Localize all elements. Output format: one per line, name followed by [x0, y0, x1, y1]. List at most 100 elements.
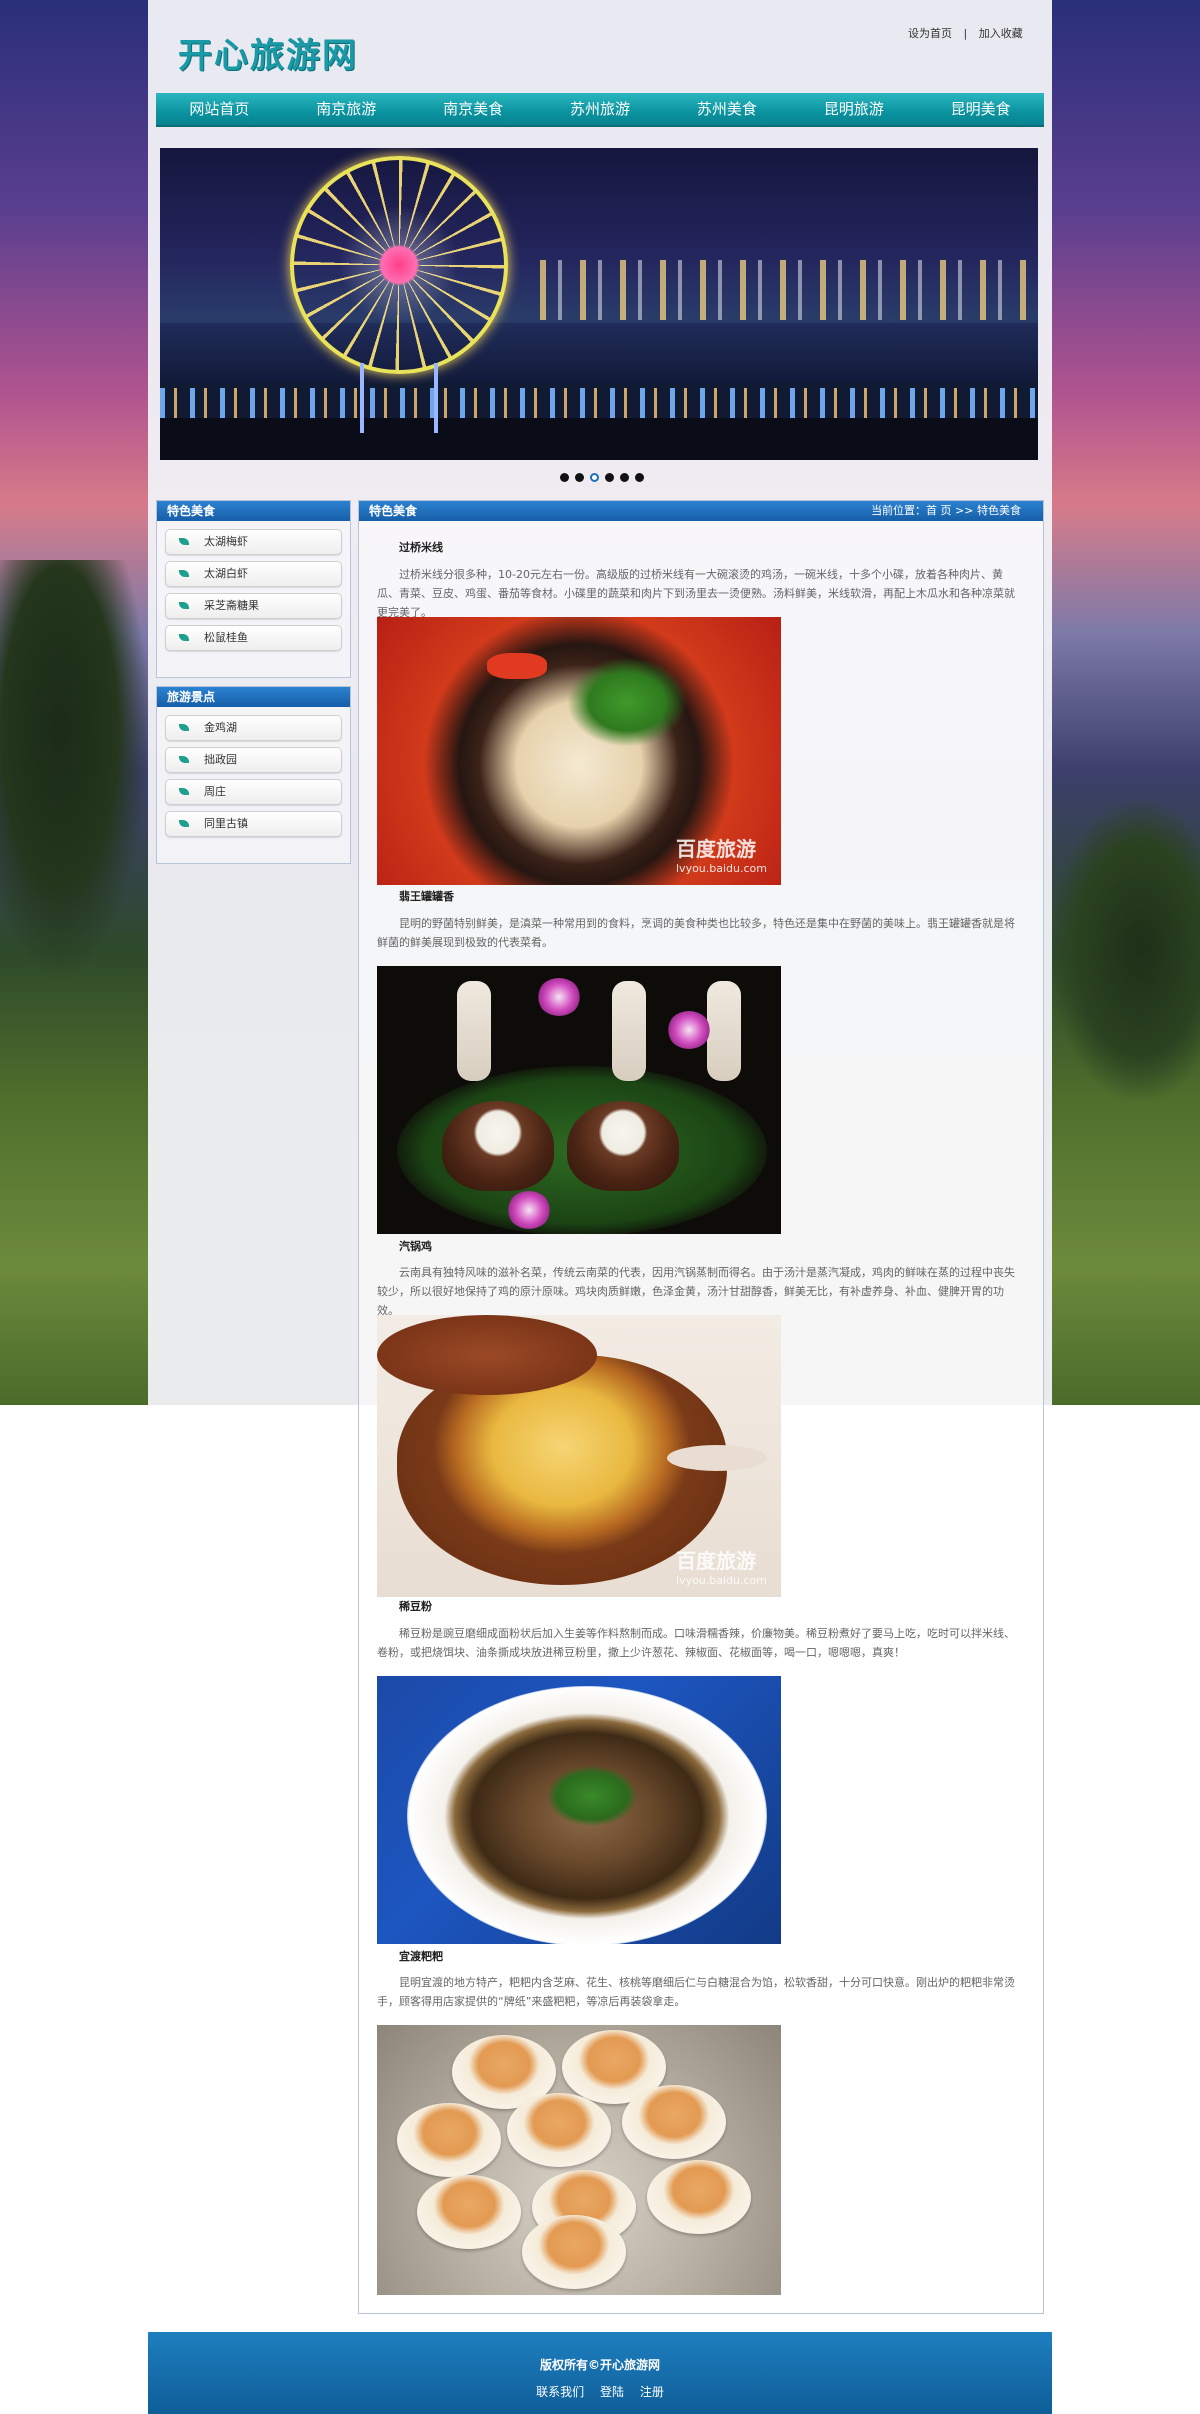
image-watermark: 百度旅游 lvyou.baidu.com: [676, 1549, 767, 1587]
footer-copyright: 版权所有©开心旅游网: [539, 2358, 660, 2372]
banner-shore-lights: [160, 388, 1038, 418]
food-title: 汽锅鸡: [399, 1240, 432, 1253]
banner-sea: [160, 323, 1038, 383]
food-description: 过桥米线分很多种，10-20元左右一份。高级版的过桥米线有一大碗滚烫的鸡汤，一碗…: [377, 568, 1015, 619]
image-detail: [567, 657, 687, 747]
leaf-icon: [179, 820, 189, 827]
footer-link-contact[interactable]: 联系我们: [536, 2385, 584, 2399]
food-title: 翡王罐罐香: [399, 890, 454, 903]
food-title: 宜渡粑粑: [399, 1950, 443, 1963]
sidebar-item-label: 采芝斋糖果: [204, 599, 259, 612]
footer: 版权所有©开心旅游网 联系我们 登陆 注册: [148, 2332, 1052, 2414]
sidebar-scenic-title: 旅游景点: [157, 687, 350, 707]
food-image: [377, 2025, 781, 2295]
main-header: 特色美食 当前位置：首 页 >> 特色美食: [359, 501, 1043, 521]
image-detail: [522, 2215, 626, 2289]
top-links-separator: |: [963, 27, 968, 40]
nav-item-suzhou-travel[interactable]: 苏州旅游: [537, 93, 664, 125]
nav-item-nanjing-travel[interactable]: 南京旅游: [283, 93, 410, 125]
image-detail: [567, 1101, 679, 1191]
leaf-icon: [179, 788, 189, 795]
banner-dot[interactable]: [620, 473, 629, 482]
food-title: 稀豆粉: [399, 1600, 432, 1613]
food-description: 稀豆粉是豌豆磨细成面粉状后加入生姜等作料熬制而成。口味滑糯香辣，价廉物美。稀豆粉…: [377, 1627, 1015, 1659]
nav-item-nanjing-food[interactable]: 南京美食: [410, 93, 537, 125]
image-detail: [442, 1101, 554, 1191]
image-detail: [647, 2160, 751, 2234]
food-image: 百度旅游 lvyou.baidu.com: [377, 1315, 781, 1597]
banner-city-lights: [540, 260, 1030, 320]
sidebar-item-label: 太湖白虾: [204, 567, 248, 580]
banner-pagination: [560, 473, 644, 482]
image-detail: [622, 2085, 726, 2159]
sidebar-item[interactable]: 拙政园: [165, 747, 342, 773]
footer-link-register[interactable]: 注册: [640, 2385, 664, 2399]
banner-ground: [160, 418, 1038, 460]
image-watermark: 百度旅游 lvyou.baidu.com: [676, 837, 767, 875]
sidebar-item[interactable]: 太湖白虾: [165, 561, 342, 587]
food-description: 昆明宜渡的地方特产，粑粑内含芝麻、花生、核桃等磨细后仁与白糖混合为馅，松软香甜，…: [377, 1976, 1015, 2008]
sidebar-item[interactable]: 太湖梅虾: [165, 529, 342, 555]
sidebar-item-label: 金鸡湖: [204, 721, 237, 734]
leaf-icon: [179, 724, 189, 731]
banner-dot-active[interactable]: [590, 473, 599, 482]
banner-dot[interactable]: [605, 473, 614, 482]
image-detail: [507, 2093, 611, 2167]
sidebar-item-label: 太湖梅虾: [204, 535, 248, 548]
top-links: 设为首页 | 加入收藏: [904, 25, 1027, 41]
image-detail: [537, 978, 581, 1016]
image-detail: [547, 1766, 637, 1826]
background-tree-left: [0, 560, 150, 980]
footer-links: 联系我们 登陆 注册: [148, 2383, 1052, 2400]
leaf-icon: [179, 570, 189, 577]
image-detail: [487, 653, 547, 679]
leaf-icon: [179, 634, 189, 641]
food-description: 云南具有独特风味的滋补名菜，传统云南菜的代表，因用汽锅蒸制而得名。由于汤汁是蒸汽…: [377, 1266, 1015, 1317]
sidebar-item[interactable]: 金鸡湖: [165, 715, 342, 741]
nav-item-home[interactable]: 网站首页: [156, 93, 283, 125]
sidebar-item[interactable]: 松鼠桂鱼: [165, 625, 342, 651]
food-image: [377, 966, 781, 1234]
image-detail: [667, 1011, 711, 1049]
sidebar-food-title: 特色美食: [157, 501, 350, 521]
leaf-icon: [179, 756, 189, 763]
sidebar-scenic-panel: 旅游景点 金鸡湖 拙政园 周庄 同里古镇: [156, 686, 351, 864]
sidebar-item-label: 拙政园: [204, 753, 237, 766]
main-content: 特色美食 当前位置：首 页 >> 特色美食 过桥米线 过桥米线分很多种，10-2…: [358, 500, 1044, 2314]
sidebar-food-panel: 特色美食 太湖梅虾 太湖白虾 采芝斋糖果 松鼠桂鱼: [156, 500, 351, 678]
sidebar-item[interactable]: 同里古镇: [165, 811, 342, 837]
leaf-icon: [179, 602, 189, 609]
image-detail: [417, 2175, 521, 2249]
banner-dot[interactable]: [560, 473, 569, 482]
image-detail: [667, 1445, 767, 1471]
nav-item-kunming-food[interactable]: 昆明美食: [917, 93, 1044, 125]
ferris-wheel-image: [290, 156, 508, 374]
banner-slideshow[interactable]: [160, 148, 1038, 460]
sidebar-item-label: 同里古镇: [204, 817, 248, 830]
main-nav: 网站首页 南京旅游 南京美食 苏州旅游 苏州美食 昆明旅游 昆明美食: [156, 93, 1044, 127]
image-detail: [457, 981, 491, 1081]
food-image: 百度旅游 lvyou.baidu.com: [377, 617, 781, 885]
image-detail: [377, 1315, 597, 1395]
image-detail: [612, 981, 646, 1081]
main-title: 特色美食: [369, 504, 418, 518]
food-title: 过桥米线: [399, 541, 443, 554]
sidebar-item[interactable]: 采芝斋糖果: [165, 593, 342, 619]
nav-item-suzhou-food[interactable]: 苏州美食: [663, 93, 790, 125]
image-detail: [707, 981, 741, 1081]
site-logo[interactable]: 开心旅游网: [178, 28, 358, 77]
add-favorite-link[interactable]: 加入收藏: [979, 27, 1023, 40]
sidebar-item-label: 松鼠桂鱼: [204, 631, 248, 644]
ferris-wheel-base: [360, 363, 438, 433]
footer-link-login[interactable]: 登陆: [600, 2385, 624, 2399]
set-home-link[interactable]: 设为首页: [908, 27, 952, 40]
banner-dot[interactable]: [575, 473, 584, 482]
sidebar-item-label: 周庄: [204, 785, 226, 798]
sidebar-item[interactable]: 周庄: [165, 779, 342, 805]
image-detail: [397, 2103, 501, 2177]
breadcrumb: 当前位置：首 页 >> 特色美食: [871, 504, 1021, 517]
nav-item-kunming-travel[interactable]: 昆明旅游: [790, 93, 917, 125]
leaf-icon: [179, 538, 189, 545]
image-detail: [507, 1191, 551, 1229]
banner-dot[interactable]: [635, 473, 644, 482]
